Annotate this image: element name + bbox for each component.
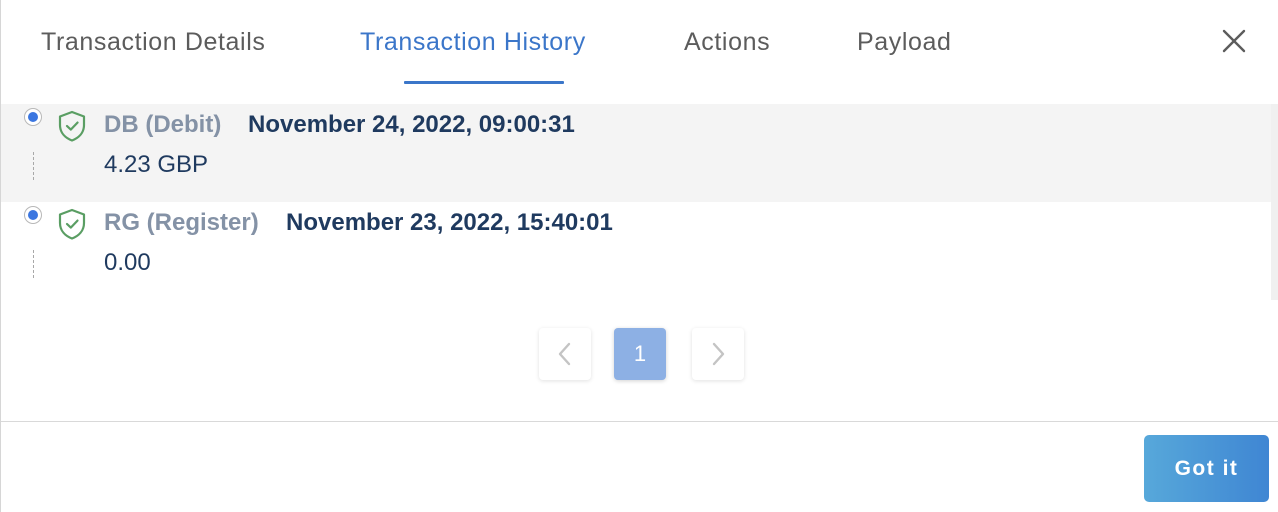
footer-divider [1,421,1278,422]
transaction-timestamp: November 24, 2022, 09:00:31 [248,111,575,138]
transaction-type: DB (Debit) [104,111,222,138]
tab-payload[interactable]: Payload [857,28,952,57]
shield-check-icon [58,110,86,142]
tab-actions[interactable]: Actions [684,28,770,57]
scrollbar[interactable] [1271,104,1278,300]
chevron-left-icon [558,342,571,366]
transaction-history-list: DB (Debit) November 24, 2022, 09:00:31 4… [1,104,1271,300]
tab-bar: Transaction Details Transaction History … [1,0,1201,90]
tab-transaction-history[interactable]: Transaction History [360,28,586,57]
active-tab-indicator [404,81,564,84]
transaction-amount: 0.00 [104,249,151,276]
tab-transaction-details[interactable]: Transaction Details [41,28,265,57]
transaction-modal: Transaction Details Transaction History … [0,0,1278,512]
chevron-right-icon [712,342,725,366]
timeline-connector [33,250,34,278]
got-it-button[interactable]: Got it [1144,435,1269,502]
shield-check-icon [58,208,86,240]
entry-radio[interactable] [24,206,42,224]
entry-radio[interactable] [24,108,42,126]
history-entry: DB (Debit) November 24, 2022, 09:00:31 4… [1,104,1271,202]
timeline-connector [33,152,34,180]
close-button[interactable] [1215,22,1253,60]
prev-page-button[interactable] [539,328,591,380]
next-page-button[interactable] [692,328,744,380]
transaction-timestamp: November 23, 2022, 15:40:01 [286,209,613,236]
close-icon [1222,29,1246,53]
page-1-button[interactable]: 1 [614,328,666,380]
history-entry: RG (Register) November 23, 2022, 15:40:0… [1,202,1271,300]
transaction-amount: 4.23 GBP [104,151,209,178]
transaction-type: RG (Register) [104,209,259,236]
